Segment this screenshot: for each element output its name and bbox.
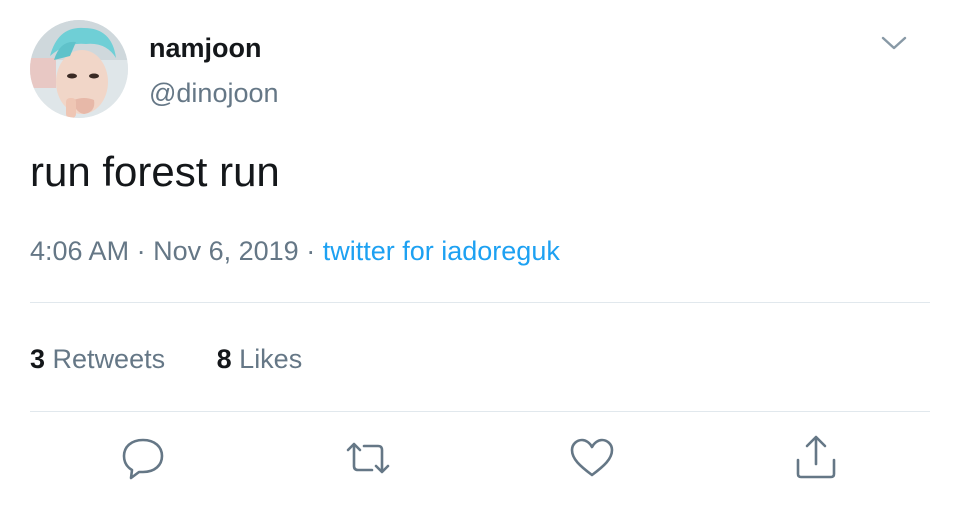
tweet-source-link[interactable]: twitter for iadoreguk — [323, 236, 560, 266]
tweet-text: run forest run — [30, 148, 280, 195]
retweets-count: 3 — [30, 344, 46, 374]
action-bar — [0, 432, 960, 484]
meta-separator-2: · — [306, 236, 316, 266]
retweets-stat[interactable]: 3 Retweets — [30, 341, 165, 377]
tweet-stats: 3 Retweets 8 Likes — [30, 341, 302, 377]
heart-icon[interactable] — [566, 432, 618, 484]
share-icon[interactable] — [790, 432, 842, 484]
divider-bottom — [30, 411, 930, 412]
reply-icon[interactable] — [117, 432, 169, 484]
author-display-name[interactable]: namjoon — [149, 30, 262, 66]
tweet-meta: 4:06 AM · Nov 6, 2019 · twitter for iado… — [30, 234, 560, 268]
retweet-icon[interactable] — [342, 432, 394, 484]
likes-count: 8 — [216, 344, 232, 374]
retweets-label: Retweets — [52, 344, 166, 374]
author-handle[interactable]: @dinojoon — [149, 75, 279, 111]
likes-stat[interactable]: 8 Likes — [217, 341, 303, 377]
likes-label: Likes — [239, 344, 303, 374]
avatar[interactable] — [30, 20, 128, 118]
meta-separator: · — [136, 236, 146, 266]
chevron-down-icon[interactable] — [878, 30, 910, 56]
divider-top — [30, 302, 930, 303]
tweet-date[interactable]: Nov 6, 2019 — [153, 236, 299, 266]
tweet-time[interactable]: 4:06 AM — [30, 236, 129, 266]
